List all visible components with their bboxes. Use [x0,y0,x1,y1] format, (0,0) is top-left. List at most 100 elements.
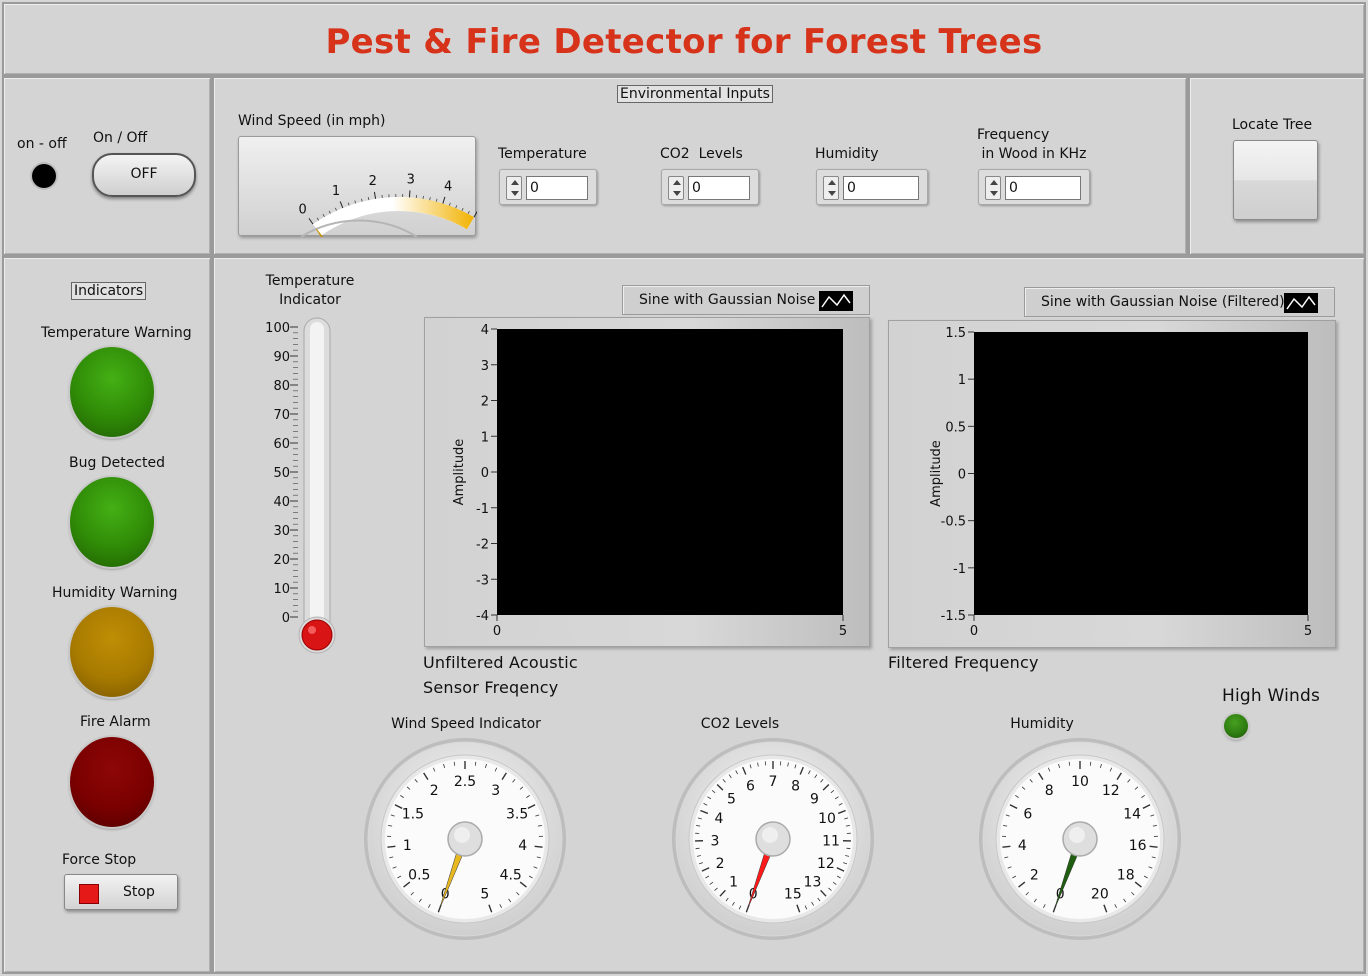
thermometer-indicator: 1009080706050403020100 [265,317,336,654]
unfiltered-legend[interactable]: Sine with Gaussian Noise [622,285,870,315]
unfiltered-graph-title-line1: Unfiltered Acoustic [423,653,578,672]
filtered-x-tick-label: 5 [1304,624,1312,639]
stop-square-icon [79,884,99,904]
wind-meter-tick [308,218,314,225]
gauge-minor-tick [1089,761,1092,766]
filtered-y-tick-label: -1 [953,562,966,577]
unfiltered-graph-title-line2: Sensor Freqency [423,678,559,697]
wind-meter-minor-tick [347,202,350,206]
stop-button[interactable]: Stop [64,874,178,910]
wind-meter-minor-tick [334,207,337,211]
gauge-hub-shine [454,827,470,843]
high-winds-led [1224,714,1248,738]
gauge-tick-label: 3.5 [506,807,528,823]
filtered-y-tick-label: 0.5 [945,420,966,435]
unfiltered-axes: 4 3 2 1 0 -1 -2 -3 -4 0 5 Amplitude [452,323,847,639]
gauge-major-tick [534,845,543,848]
unfiltered-y-tick-label: 4 [481,323,489,338]
co2-spin-icon[interactable] [668,176,684,200]
fire-alarm-label: Fire Alarm [80,714,151,730]
gauge-hub-shine [762,827,778,843]
power-led-label: on - off [17,136,67,152]
power-toggle-button[interactable]: OFF [92,153,196,197]
co2-input[interactable]: 0 [661,169,759,205]
temperature-warning-led [70,347,154,437]
humidity-input-label: Humidity [815,146,879,162]
gauge-tick-label: 16 [1129,838,1147,854]
frequency-input-value[interactable]: 0 [1005,176,1081,200]
wind-meter-minor-tick [367,197,370,201]
locate-tree-button[interactable] [1233,140,1318,220]
thermometer-tick-label: 10 [273,582,290,597]
gauge-tick-label: 6 [1023,807,1032,823]
humidity-spin-icon[interactable] [823,176,839,200]
unfiltered-x-tick-label: 5 [839,624,847,639]
gauge-tick-label: 0.5 [408,868,430,884]
high-winds-label: High Winds [1222,686,1321,706]
wind-meter-tick [339,201,344,209]
gauge-tick-label: 11 [822,833,840,849]
unfiltered-legend-label: Sine with Gaussian Noise [639,292,816,308]
thermometer-tick-label: 60 [273,437,290,452]
gauge-tick-label: 9 [810,792,819,808]
wind-meter-minor-tick [316,217,319,221]
filtered-x-tick-label: 0 [970,624,978,639]
wind-speed-label: Wind Speed (in mph) [238,113,386,129]
frequency-input-label-line2: in Wood in KHz [977,146,1087,162]
humidity-warning-led [70,607,154,697]
filtered-y-tick-label: 1 [958,373,966,388]
gauge-tick-label: 14 [1123,807,1141,823]
thermometer-bulb-shine [308,626,316,634]
gauge-hub-shine [1069,827,1085,843]
wind-meter-tick [373,191,377,199]
filtered-axes: 1.5 1 0.5 0 -0.5 -1 -1.5 0 5 Amplitude [929,326,1312,639]
gauge-major-tick [1002,845,1011,848]
gauge-tick-label: 4 [715,811,724,827]
wind-meter-tick [473,210,478,218]
humidity-input[interactable]: 0 [816,169,928,205]
wind-meter-tick-label: 3 [407,172,415,187]
app-title: Pest & Fire Detector for Forest Trees [325,22,1043,62]
frequency-input[interactable]: 0 [978,169,1090,205]
wind-speed-meter[interactable]: 012345 [238,136,487,279]
gauge-tick-label: 8 [791,779,800,795]
gauge-tick-label: 3 [711,833,720,849]
gauge-tick-label: 5 [727,792,736,808]
filtered-legend[interactable]: Sine with Gaussian Noise (Filtered) [1024,287,1335,317]
wind-meter-minor-tick [461,207,464,212]
thermometer-tick-label: 30 [273,524,290,539]
gauge-tick-label: 3 [491,783,500,799]
gauge-tick-label: 2.5 [454,774,476,790]
waveform-icon [819,291,853,311]
gauge-tick-label: 2 [716,856,725,872]
power-led [32,164,56,188]
unfiltered-y-tick-label: -3 [476,573,489,588]
title-bar: Pest & Fire Detector for Forest Trees [2,2,1366,76]
gauge-tick-label: 6 [746,779,755,795]
unfiltered-y-tick-label: 3 [481,359,489,374]
temperature-spin-icon[interactable] [506,176,522,200]
wind-meter-tick-label: 2 [369,174,377,189]
temperature-input[interactable]: 0 [499,169,597,205]
thermometer-tick-label: 40 [273,495,290,510]
indicators-header: Indicators [71,282,147,300]
humidity-gauge-label: Humidity [1010,716,1074,732]
temperature-input-label: Temperature [498,146,587,162]
gauge-tick-label: 10 [818,811,836,827]
thermometer-tick-label: 100 [265,321,290,336]
thermometer-glass [310,322,324,632]
unfiltered-y-tick-label: -2 [476,538,489,553]
gauge-tick-label: 12 [1102,783,1120,799]
filtered-y-tick-label: 0 [958,468,966,483]
co2-input-value[interactable]: 0 [688,176,750,200]
gauge-tick-label: 1 [729,875,738,891]
gauge-tick-label: 20 [1091,887,1109,903]
humidity-input-value[interactable]: 0 [843,176,919,200]
wind-meter-minor-tick [435,198,438,202]
gauge-tick-label: 7 [769,774,778,790]
co2-gauge-label: CO2 Levels [700,716,780,732]
temperature-input-value[interactable]: 0 [526,176,588,200]
thermometer-bulb [301,619,333,651]
frequency-spin-icon[interactable] [985,176,1001,200]
gauge-tick-label: 1 [403,838,412,854]
